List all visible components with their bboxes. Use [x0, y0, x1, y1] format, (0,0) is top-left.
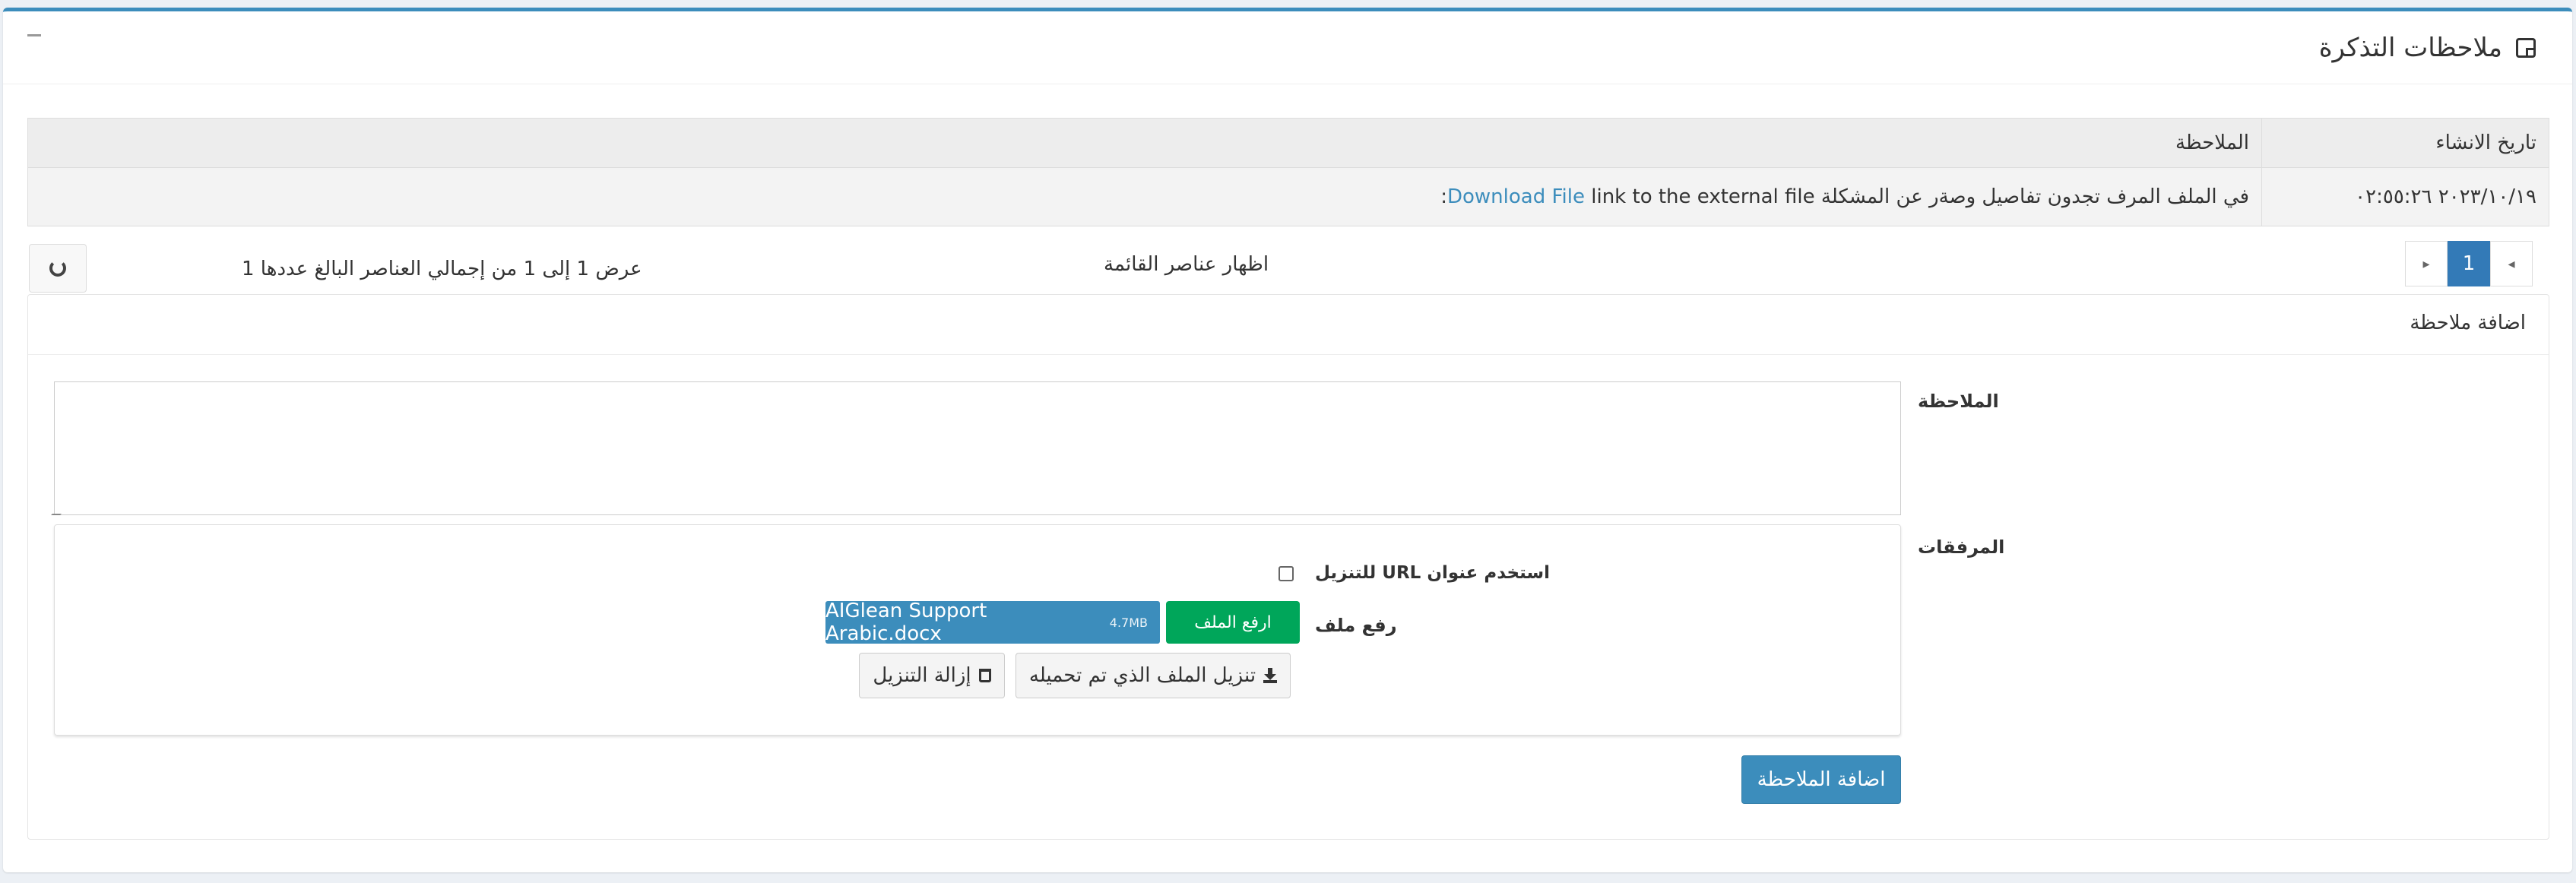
table-row: ٢٠٢٣/١٠/١٩ ٠٢:٥٥:٢٦ في الملف المرف تجدون… [27, 167, 2549, 226]
download-file-link[interactable]: Download File [1447, 185, 1585, 208]
upload-file-label: رفع ملف [1315, 615, 1397, 636]
ticket-notes-panel: ملاحظات التذكرة تاريخ الانشاء الملاحظة ٢… [3, 8, 2572, 872]
column-header-created-date: تاريخ الانشاء [2261, 118, 2549, 168]
list-items-label: اظهار عناصر القائمة [1104, 253, 1269, 276]
refresh-icon [49, 260, 66, 277]
download-icon [1263, 668, 1278, 683]
divider [28, 354, 2549, 355]
note-textarea[interactable] [54, 381, 1901, 515]
note-content: في الملف المرف تجدون تفاصيل وصةر عن المش… [27, 167, 2262, 226]
uploaded-file-name: AIGlean Support Arabic.docx [825, 600, 987, 645]
trash-icon [978, 669, 991, 682]
note-field-label: الملاحظة [1918, 391, 1999, 412]
notes-table: تاريخ الانشاء الملاحظة ٢٠٢٣/١٠/١٩ ٠٢:٥٥:… [27, 118, 2549, 226]
column-header-note: الملاحظة [27, 118, 2262, 168]
refresh-button[interactable] [29, 244, 87, 293]
items-count-summary: عرض 1 إلى 1 من إجمالي العناصر البالغ عدد… [242, 258, 642, 280]
add-note-submit-button[interactable]: اضافة الملاحظة [1741, 755, 1901, 804]
download-uploaded-label: تنزيل الملف الذي تم تحميله [1028, 664, 1256, 687]
caret-left-icon[interactable]: ◂ [2490, 241, 2533, 286]
download-uploaded-file-button[interactable]: تنزيل الملف الذي تم تحميله [1016, 653, 1291, 698]
uploaded-file-chip: AIGlean Support Arabic.docx 4.7MB [825, 600, 1160, 645]
panel-title: ملاحظات التذكرة [2318, 33, 2502, 63]
remove-download-button[interactable]: إزالة التنزيل [859, 653, 1005, 698]
collapse-button[interactable] [27, 34, 41, 36]
use-url-label: استخدم عنوان URL للتنزيل [1315, 563, 1551, 583]
upload-file-button[interactable]: ارفع الملف [1166, 601, 1300, 644]
sticky-note-icon [2516, 38, 2536, 58]
page-button-1[interactable]: 1 [2448, 241, 2490, 286]
panel-title-wrapper: ملاحظات التذكرة [2319, 33, 2536, 63]
caret-right-icon[interactable]: ▸ [2405, 241, 2448, 286]
use-url-checkbox[interactable] [1278, 566, 1294, 581]
attachments-label: المرفقات [1918, 536, 2005, 558]
note-date: ٢٠٢٣/١٠/١٩ ٠٢:٥٥:٢٦ [2261, 167, 2549, 226]
remove-download-label: إزالة التنزيل [873, 664, 971, 687]
uploaded-file-size: 4.7MB [1109, 615, 1148, 630]
note-text: في الملف المرف تجدون تفاصيل وصةر عن المش… [1820, 185, 2249, 208]
add-note-box: اضافة ملاحظة الملاحظة المرفقات استخدم عن… [27, 294, 2549, 840]
add-note-title: اضافة ملاحظة [2410, 312, 2526, 334]
pagination: ▸ 1 ◂ [2405, 241, 2533, 286]
attachments-panel: استخدم عنوان URL للتنزيل رفع ملف ارفع ال… [54, 524, 1901, 736]
panel-header: ملاحظات التذكرة [3, 11, 2572, 84]
